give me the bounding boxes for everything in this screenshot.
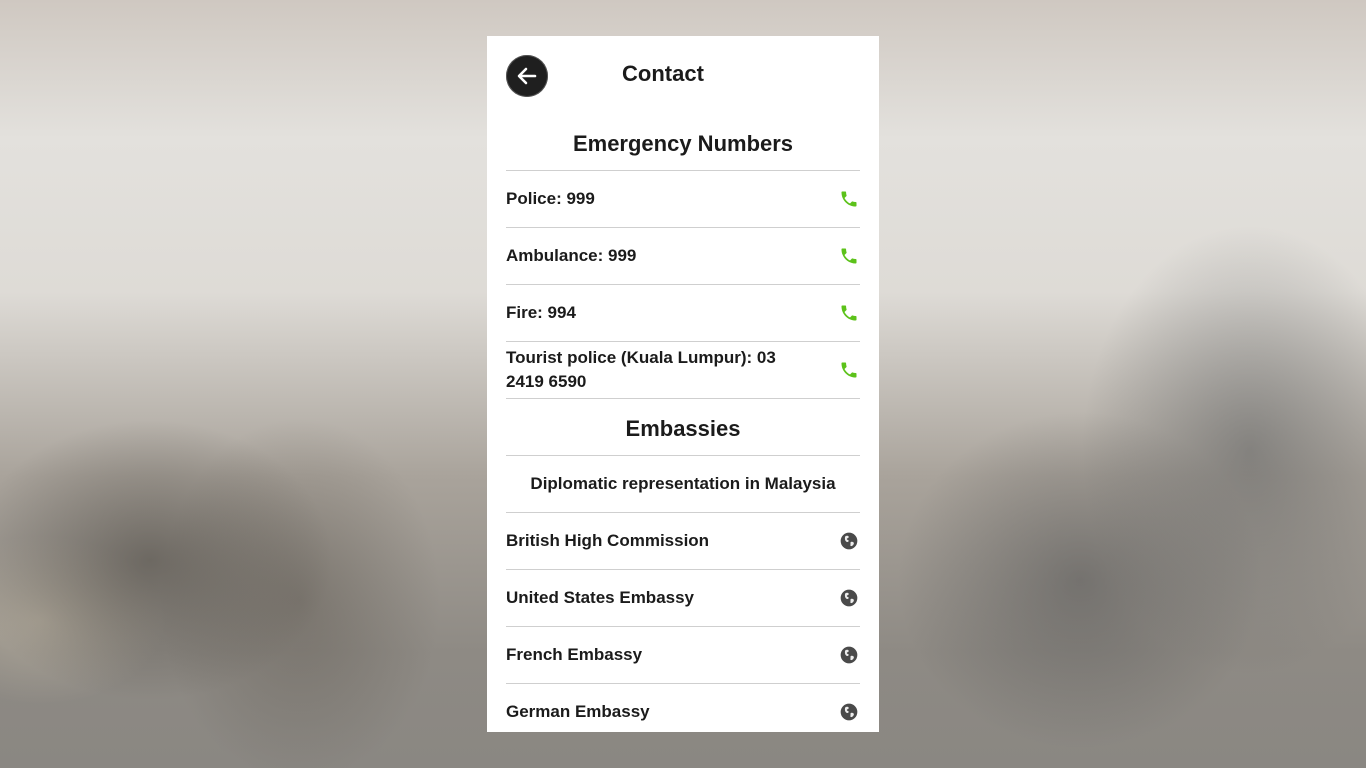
embassy-label: British High Commission bbox=[506, 531, 710, 550]
emergency-label: Tourist police (Kuala Lumpur): 03 2419 6… bbox=[506, 348, 776, 391]
emergency-numbers-heading: Emergency Numbers bbox=[506, 114, 860, 171]
emergency-label: Ambulance: 999 bbox=[506, 246, 637, 265]
contact-panel: Contact Emergency Numbers Police: 999 Am… bbox=[487, 36, 879, 732]
embassy-row-german[interactable]: German Embassy bbox=[506, 684, 860, 732]
embassies-subheading: Diplomatic representation in Malaysia bbox=[530, 474, 836, 493]
phone-icon[interactable] bbox=[838, 359, 860, 381]
embassy-label: United States Embassy bbox=[506, 588, 695, 607]
embassies-heading: Embassies bbox=[506, 399, 860, 456]
page-title: Contact bbox=[622, 61, 704, 86]
top-bar: Contact bbox=[487, 36, 879, 114]
globe-icon[interactable] bbox=[838, 644, 860, 666]
emergency-row-police[interactable]: Police: 999 bbox=[506, 171, 860, 228]
globe-icon[interactable] bbox=[838, 587, 860, 609]
phone-icon[interactable] bbox=[838, 245, 860, 267]
phone-icon[interactable] bbox=[838, 302, 860, 324]
embassy-label: German Embassy bbox=[506, 702, 650, 721]
emergency-label: Fire: 994 bbox=[506, 303, 576, 322]
embassies-subheading-row: Diplomatic representation in Malaysia bbox=[506, 456, 860, 513]
embassy-row-united-states[interactable]: United States Embassy bbox=[506, 570, 860, 627]
globe-icon[interactable] bbox=[838, 530, 860, 552]
emergency-label: Police: 999 bbox=[506, 189, 595, 208]
embassy-row-french[interactable]: French Embassy bbox=[506, 627, 860, 684]
emergency-row-fire[interactable]: Fire: 994 bbox=[506, 285, 860, 342]
embassy-label: French Embassy bbox=[506, 645, 643, 664]
globe-icon[interactable] bbox=[838, 701, 860, 723]
phone-icon[interactable] bbox=[838, 188, 860, 210]
emergency-row-ambulance[interactable]: Ambulance: 999 bbox=[506, 228, 860, 285]
emergency-row-tourist-police[interactable]: Tourist police (Kuala Lumpur): 03 2419 6… bbox=[506, 342, 860, 399]
embassy-row-british[interactable]: British High Commission bbox=[506, 513, 860, 570]
